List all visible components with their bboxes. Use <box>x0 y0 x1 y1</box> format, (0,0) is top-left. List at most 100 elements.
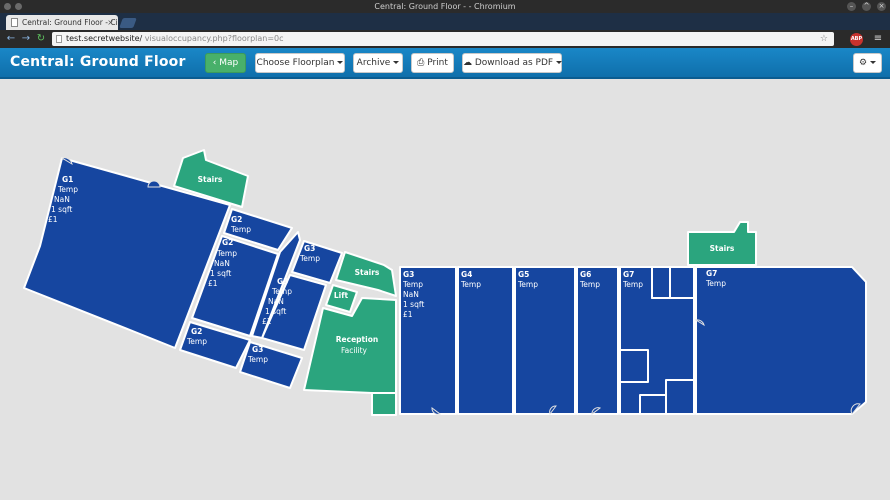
caret-down-icon <box>393 61 400 64</box>
floorplan-canvas: G1 Temp NaN 1 sqft £1 G2 Temp G2 Temp Na… <box>0 81 890 500</box>
browser-tab[interactable]: Central: Ground Floor - Ci × <box>6 15 118 30</box>
room-g3-middle-name: G3 <box>277 277 288 286</box>
room-g7-cell-d <box>639 394 667 415</box>
room-g2-middle-type: Temp <box>216 249 237 258</box>
reception-type: Facility <box>341 346 368 355</box>
room-g1-type: Temp <box>57 185 78 194</box>
room-g2-middle-name: G2 <box>222 238 233 247</box>
reception-label: Reception <box>336 335 378 344</box>
room-g3-bottom-type: Temp <box>247 355 268 364</box>
back-icon[interactable]: ← <box>5 33 17 45</box>
page-icon <box>11 18 18 27</box>
printer-icon: ⎙ <box>417 58 425 68</box>
window-title: Central: Ground Floor - <box>374 2 469 11</box>
room-g7-right-name: G7 <box>706 269 717 278</box>
room-g7-left-type: Temp <box>622 280 643 289</box>
room-g2-middle-occupancy: NaN <box>214 259 230 268</box>
room-g7-right[interactable] <box>695 266 867 415</box>
gear-icon: ⚙ <box>858 58 868 68</box>
print-button[interactable]: ⎙ Print <box>411 53 454 73</box>
map-button[interactable]: ‹ Map <box>205 53 246 73</box>
chevron-left-icon: ‹ <box>212 58 217 68</box>
lift-label: Lift <box>334 291 349 300</box>
map-button-label: Map <box>219 58 239 68</box>
room-g2-top-type: Temp <box>230 225 251 234</box>
room-g5-type: Temp <box>517 280 538 289</box>
download-pdf-button[interactable]: ☁ Download as PDF <box>462 53 563 73</box>
room-g7-left-name: G7 <box>623 270 634 279</box>
new-tab-button[interactable] <box>119 18 137 28</box>
room-g3-right-cost: £1 <box>403 310 413 319</box>
window-title-bar: Central: Ground Floor - - Chromium – ^ × <box>0 0 890 13</box>
room-g1-name: G1 <box>62 175 73 184</box>
reception-annex <box>371 392 397 416</box>
settings-button[interactable]: ⚙ <box>853 53 882 73</box>
room-g1-cost: £1 <box>48 215 58 224</box>
room-g1-occupancy: NaN <box>54 195 70 204</box>
archive-button[interactable]: Archive <box>353 53 403 73</box>
room-g4[interactable] <box>457 266 514 415</box>
page-title: Central: Ground Floor <box>10 54 186 70</box>
room-g2-middle-cost: £1 <box>208 279 218 288</box>
room-g6-type: Temp <box>579 280 600 289</box>
page-info-icon <box>56 35 62 43</box>
room-g3-right-name: G3 <box>403 270 414 279</box>
room-g3-right-type: Temp <box>402 280 423 289</box>
choose-floorplan-label: Choose Floorplan <box>256 58 335 68</box>
room-g7-cell-a <box>651 266 671 299</box>
tab-title: Central: Ground Floor - Ci <box>22 18 118 27</box>
room-g3-right-area: 1 sqft <box>403 300 424 309</box>
room-g2-top-name: G2 <box>231 215 242 224</box>
room-g3-bottom-name: G3 <box>252 345 263 354</box>
caret-down-icon <box>337 61 344 64</box>
stairs-left-label: Stairs <box>198 175 223 184</box>
cloud-download-icon: ☁ <box>463 58 472 68</box>
room-g7-cell-e <box>665 379 695 415</box>
choose-floorplan-button[interactable]: Choose Floorplan <box>255 53 345 73</box>
floorplan-svg: G1 Temp NaN 1 sqft £1 G2 Temp G2 Temp Na… <box>23 149 867 416</box>
room-g6[interactable] <box>576 266 619 415</box>
room-g2-middle-area: 1 sqft <box>210 269 231 278</box>
stairs-right-label: Stairs <box>710 244 735 253</box>
room-g3-small-name: G3 <box>304 244 315 253</box>
room-g7-right-type: Temp <box>705 279 726 288</box>
maximize-icon[interactable]: ^ <box>862 2 871 11</box>
room-g4-name: G4 <box>461 270 472 279</box>
room-g3-right-occupancy: NaN <box>403 290 419 299</box>
room-g3-middle-cost: £1 <box>262 317 272 326</box>
forward-icon[interactable]: → <box>20 33 32 45</box>
adblock-icon[interactable]: ABP <box>850 33 863 46</box>
tab-close-icon[interactable]: × <box>107 15 114 30</box>
room-g3-middle-area: 1 sqft <box>265 307 286 316</box>
caret-down-icon <box>556 61 563 64</box>
tab-strip: Central: Ground Floor - Ci × <box>0 13 890 30</box>
room-g3-middle-type: Temp <box>271 287 292 296</box>
room-g7-cell-c <box>619 349 649 383</box>
room-g7-cell-b <box>669 266 695 299</box>
room-g4-type: Temp <box>460 280 481 289</box>
room-g2-bottom-type: Temp <box>186 337 207 346</box>
bookmark-star-icon[interactable]: ☆ <box>820 32 828 46</box>
address-bar[interactable]: test.secretwebsite/ visualoccupancy.php?… <box>52 32 834 46</box>
room-g6-name: G6 <box>580 270 591 279</box>
caret-down-icon <box>870 61 877 64</box>
room-g3-bottom[interactable] <box>239 341 303 389</box>
close-icon[interactable]: × <box>877 2 886 11</box>
window-menu-dots[interactable] <box>4 3 22 10</box>
room-g1-area: 1 sqft <box>51 205 72 214</box>
room-g2-bottom-name: G2 <box>191 327 202 336</box>
archive-label: Archive <box>356 58 391 68</box>
window-title-suffix: - Chromium <box>468 2 516 11</box>
print-label: Print <box>427 58 448 68</box>
room-g3-middle-occupancy: NaN <box>268 297 284 306</box>
room-g3-small-type: Temp <box>299 254 320 263</box>
room-g5[interactable] <box>514 266 576 415</box>
url-host: test.secretwebsite/ <box>66 34 143 43</box>
room-g5-name: G5 <box>518 270 529 279</box>
stairs-middle-label: Stairs <box>355 268 380 277</box>
browser-menu-icon[interactable]: ≡ <box>872 33 884 45</box>
minimize-icon[interactable]: – <box>847 2 856 11</box>
download-pdf-label: Download as PDF <box>474 58 554 68</box>
reload-icon[interactable]: ↻ <box>35 33 47 45</box>
browser-toolbar: ← → ↻ test.secretwebsite/ visualoccupanc… <box>0 30 890 48</box>
